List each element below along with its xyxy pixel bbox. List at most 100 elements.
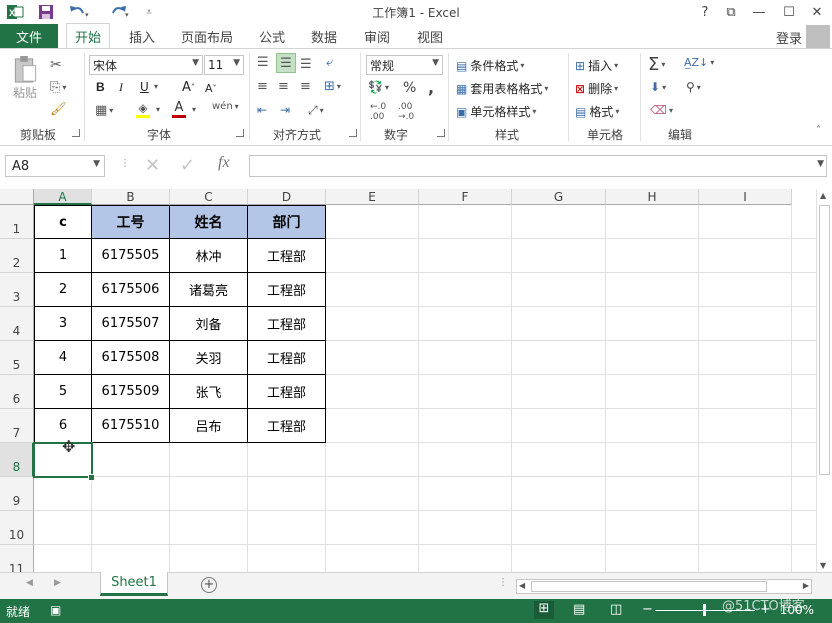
tab-view[interactable]: 视图 xyxy=(417,24,443,48)
table-cell[interactable]: 6175509 xyxy=(92,375,170,409)
table-cell[interactable]: 工程部 xyxy=(248,273,326,307)
scroll-left-icon[interactable]: ◀ xyxy=(519,581,525,590)
minimize-button[interactable]: — xyxy=(744,0,774,24)
column-header-A[interactable]: A xyxy=(34,189,92,205)
table-cell[interactable]: 工程部 xyxy=(248,341,326,375)
align-left-button[interactable]: ≡ xyxy=(257,79,268,94)
tab-review[interactable]: 审阅 xyxy=(364,24,390,48)
tab-data[interactable]: 数据 xyxy=(311,24,337,48)
find-select-button[interactable]: ⚲ ▾ xyxy=(686,80,701,94)
tab-page-layout[interactable]: 页面布局 xyxy=(181,24,233,48)
normal-view-button[interactable]: ⊞ xyxy=(534,601,554,619)
autosum-button[interactable]: Σ ▾ xyxy=(648,54,665,75)
column-header-C[interactable]: C xyxy=(170,189,248,205)
table-cell[interactable]: 6175510 xyxy=(92,409,170,443)
align-bottom-button[interactable]: ☰ xyxy=(300,57,312,72)
tab-insert[interactable]: 插入 xyxy=(129,24,155,48)
cancel-entry-icon[interactable]: ✕ xyxy=(145,155,160,176)
clear-button[interactable]: ⌫ ▾ xyxy=(650,103,673,117)
ribbon-display-options-button[interactable]: ⧉ xyxy=(716,0,746,24)
table-header-cell[interactable]: 部门 xyxy=(248,205,326,239)
increase-indent-button[interactable]: ⇥ xyxy=(280,103,290,117)
table-header-cell[interactable]: 工号 xyxy=(92,205,170,239)
row-header-2[interactable]: 2 xyxy=(0,239,34,273)
table-cell[interactable]: 工程部 xyxy=(248,375,326,409)
table-cell[interactable]: 工程部 xyxy=(248,307,326,341)
column-header-F[interactable]: F xyxy=(419,189,512,205)
row-header-3[interactable]: 3 xyxy=(0,273,34,307)
fill-handle[interactable] xyxy=(88,474,95,481)
select-all-button[interactable] xyxy=(0,189,34,205)
phonetic-button[interactable]: wén ▾ xyxy=(212,101,239,112)
table-cell[interactable]: 3 xyxy=(34,307,92,341)
tab-file[interactable]: 文件 xyxy=(0,24,58,48)
italic-button[interactable]: I xyxy=(119,80,123,95)
tab-formulas[interactable]: 公式 xyxy=(259,24,285,48)
number-format-select[interactable]: 常规 ▼ xyxy=(366,55,443,75)
delete-cells-button[interactable]: ⊠ 删除 ▾ xyxy=(575,80,618,97)
table-header-cell[interactable]: c xyxy=(34,205,92,239)
align-middle-button[interactable]: ☰ xyxy=(276,53,296,73)
scroll-tabs-left-icon[interactable]: ◀ xyxy=(26,578,33,588)
insert-cells-button[interactable]: ⊞ 插入 ▾ xyxy=(575,57,618,74)
fill-button[interactable]: ⬇ ▾ xyxy=(650,80,666,94)
avatar[interactable] xyxy=(806,25,830,49)
table-cell[interactable]: 6175505 xyxy=(92,239,170,273)
underline-dropdown-icon[interactable]: ▾ xyxy=(154,82,158,91)
font-size-select[interactable]: 11 ▼ xyxy=(204,55,244,75)
clipboard-launcher-icon[interactable] xyxy=(72,129,80,137)
percent-button[interactable]: % xyxy=(403,80,416,96)
worksheet-grid[interactable]: ABCDEFGHI 1 2 3 4 5 6 7 8 9 10 11 c 工号 姓名 部门 1 6175505 林… xyxy=(0,189,816,572)
merge-center-button[interactable]: ⊞ ▾ xyxy=(324,79,341,94)
table-cell[interactable]: 刘备 xyxy=(170,307,248,341)
zoom-slider-thumb[interactable] xyxy=(703,604,706,616)
copy-button[interactable]: ⎘ ▾ xyxy=(50,80,66,95)
vertical-scroll-thumb[interactable] xyxy=(819,205,830,475)
decrease-indent-button[interactable]: ⇤ xyxy=(257,103,267,117)
row-header-1[interactable]: 1 xyxy=(0,205,34,239)
column-header-H[interactable]: H xyxy=(606,189,699,205)
new-sheet-button[interactable]: + xyxy=(201,577,217,593)
alignment-launcher-icon[interactable] xyxy=(349,129,357,137)
table-cell[interactable]: 诸葛亮 xyxy=(170,273,248,307)
table-cell[interactable]: 吕布 xyxy=(170,409,248,443)
collapse-ribbon-icon[interactable]: ˄ xyxy=(816,125,821,136)
bold-button[interactable]: B xyxy=(96,80,105,94)
paste-button[interactable]: 粘贴 xyxy=(8,55,42,101)
login-link[interactable]: 登录 xyxy=(776,28,802,47)
table-cell[interactable]: 关羽 xyxy=(170,341,248,375)
table-cell[interactable]: 6175506 xyxy=(92,273,170,307)
fill-color-dropdown-icon[interactable]: ▾ xyxy=(156,105,160,114)
confirm-entry-icon[interactable]: ✓ xyxy=(180,155,195,176)
align-center-button[interactable]: ≡ xyxy=(278,79,289,94)
horizontal-scroll-thumb[interactable] xyxy=(531,581,767,592)
format-painter-button[interactable]: 🖌 xyxy=(50,102,67,117)
table-header-cell[interactable]: 姓名 xyxy=(170,205,248,239)
table-cell[interactable]: 1 xyxy=(34,239,92,273)
split-grip-icon[interactable]: ⋮ xyxy=(498,577,508,588)
font-launcher-icon[interactable] xyxy=(236,129,244,137)
decrease-decimal-button[interactable]: .00 →.0 xyxy=(398,102,414,122)
page-break-view-button[interactable]: ◫ xyxy=(610,602,622,617)
column-header-D[interactable]: D xyxy=(248,189,326,205)
row-header-11[interactable]: 11 xyxy=(0,545,34,572)
conditional-formatting-button[interactable]: ▤ 条件格式 ▾ xyxy=(456,57,524,74)
increase-decimal-button[interactable]: ←.0.00 xyxy=(370,102,386,122)
shrink-font-button[interactable]: A ˅ xyxy=(205,82,217,95)
column-header-E[interactable]: E xyxy=(326,189,419,205)
table-cell[interactable]: 6175507 xyxy=(92,307,170,341)
orientation-button[interactable]: ⤢ ▾ xyxy=(308,103,324,118)
scroll-down-icon[interactable]: ▼ xyxy=(820,561,826,570)
row-header-4[interactable]: 4 xyxy=(0,307,34,341)
accounting-format-button[interactable]: 💱 ▾ xyxy=(368,80,389,94)
vertical-scrollbar[interactable]: ▲ ▼ xyxy=(816,189,832,572)
grow-font-button[interactable]: A ˄ xyxy=(182,80,195,95)
number-launcher-icon[interactable] xyxy=(437,129,445,137)
macro-record-icon[interactable]: ▣ xyxy=(50,603,61,617)
cut-button[interactable]: ✂ xyxy=(50,57,62,73)
comma-style-button[interactable]: , xyxy=(428,78,434,97)
column-header-I[interactable]: I xyxy=(699,189,792,205)
close-button[interactable]: ✕ xyxy=(802,0,832,24)
row-header-5[interactable]: 5 xyxy=(0,341,34,375)
scroll-up-icon[interactable]: ▲ xyxy=(820,191,826,200)
